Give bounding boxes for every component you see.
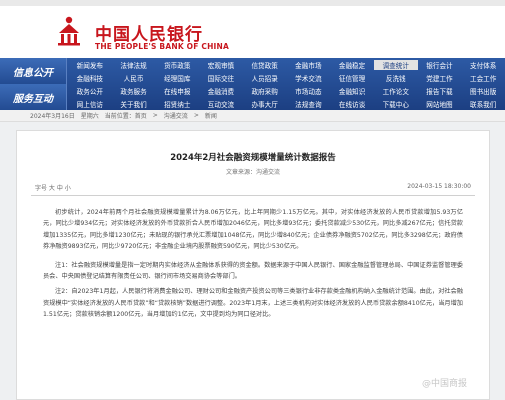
site-title-en: THE PEOPLE'S BANK OF CHINA: [95, 42, 230, 51]
nav-item[interactable]: 市场动态: [287, 86, 331, 96]
nav-row-service: 政务公开 政务服务 在线申报 金融消费 政府采购 市场动态 金融知识 工作论文 报告下载 图书出版…: [68, 84, 505, 110]
main-navigation: 信息公开 新闻发布 法律法规 货币政策 宏观审慎 信贷政策 金融市场 金融稳定 调查统计 银行会…: [0, 58, 505, 110]
nav-label-service: 服务互动: [0, 84, 67, 110]
breadcrumb-weekday: 星期六: [80, 113, 99, 120]
divider: [31, 195, 475, 196]
article-body: 初步统计，2024年前两个月社会融资规模增量累计为8.06万亿元，比上年同期少1…: [43, 207, 463, 325]
nav-item[interactable]: 国际交往: [199, 73, 243, 83]
article-note: 注2：自2023年1月起，人民银行将消费金融公司、理财公司和金融资产投资公司等三…: [43, 288, 463, 319]
nav-item[interactable]: 新闻发布: [68, 60, 112, 70]
site-header: 中国人民银行 THE PEOPLE'S BANK OF CHINA: [0, 6, 505, 58]
nav-item[interactable]: 人民币: [112, 73, 156, 83]
breadcrumb-separator: >: [152, 112, 158, 119]
nav-item[interactable]: 招贤纳士: [155, 99, 199, 109]
nav-item[interactable]: 工作论文: [374, 86, 418, 96]
nav-item[interactable]: 学术交流: [287, 73, 331, 83]
nav-item[interactable]: 经理国库: [155, 73, 199, 83]
nav-item[interactable]: 金融市场: [287, 60, 331, 70]
nav-item[interactable]: 法规查询: [287, 99, 331, 109]
article-meta: 字号 大 中 小 2024-03-15 18:30:00: [35, 181, 471, 193]
article-panel: 2024年2月社会融资规模增量统计数据报告 文章来源：沟通交流 字号 大 中 小…: [16, 130, 490, 400]
nav-item[interactable]: 征信管理: [330, 73, 374, 83]
nav-line: 网上信访 关于我们 招贤纳士 互动交流 办事大厅 法规查询 在线访谈 下载中心 网站地图 联系我们: [68, 97, 505, 110]
nav-item[interactable]: 互动交流: [199, 99, 243, 109]
nav-item[interactable]: 反洗钱: [374, 73, 418, 83]
publish-datetime: 2024-03-15 18:30:00: [407, 183, 471, 190]
nav-item[interactable]: 金融科技: [68, 73, 112, 83]
nav-item[interactable]: 人员招录: [243, 73, 287, 83]
weibo-watermark: @中国商报: [421, 379, 467, 389]
nav-item[interactable]: 金融稳定: [330, 60, 374, 70]
font-size-controls[interactable]: 字号 大 中 小: [35, 183, 71, 192]
breadcrumb-home-link[interactable]: 当前位置：首页: [105, 111, 147, 120]
nav-item[interactable]: 在线访谈: [330, 99, 374, 109]
breadcrumb-date: 2024年3月16日: [30, 113, 75, 120]
nav-item[interactable]: 关于我们: [112, 99, 156, 109]
nav-item[interactable]: 党建工作: [418, 73, 462, 83]
nav-item[interactable]: 政务服务: [112, 86, 156, 96]
breadcrumb: 2024年3月16日 星期六 当前位置：首页 > 沟通交流 > 新闻: [0, 110, 505, 122]
breadcrumb-section-link[interactable]: 沟通交流: [164, 111, 188, 120]
nav-item[interactable]: 调查统计: [373, 59, 418, 70]
nav-item[interactable]: 银行会计: [418, 60, 462, 70]
nav-row-info: 新闻发布 法律法规 货币政策 宏观审慎 信贷政策 金融市场 金融稳定 调查统计 银行会计 支付体系…: [68, 58, 505, 84]
nav-label-info-disclosure: 信息公开: [0, 58, 67, 84]
breadcrumb-separator: >: [193, 112, 199, 119]
nav-item[interactable]: 下载中心: [374, 99, 418, 109]
article-title: 2024年2月社会融资规模增量统计数据报告: [170, 153, 336, 163]
nav-line: 金融科技 人民币 经理国库 国际交往 人员招录 学术交流 征信管理 反洗钱 党建工作 工会工作: [68, 71, 505, 84]
article-note: 注1：社会融资规模增量是指一定时期内实体经济从金融体系获得的资金额。数据来源于中…: [43, 261, 463, 281]
nav-item[interactable]: 工会工作: [461, 73, 505, 83]
nav-item[interactable]: 信贷政策: [243, 60, 287, 70]
nav-item[interactable]: 支付体系: [461, 60, 505, 70]
nav-item[interactable]: 办事大厅: [243, 99, 287, 109]
nav-item[interactable]: 政府采购: [243, 86, 287, 96]
nav-item[interactable]: 宏观审慎: [199, 60, 243, 70]
nav-item[interactable]: 货币政策: [155, 60, 199, 70]
nav-item[interactable]: 联系我们: [461, 99, 505, 109]
nav-item[interactable]: 在线申报: [155, 86, 199, 96]
nav-item[interactable]: 法律法规: [112, 60, 156, 70]
nav-line: 新闻发布 法律法规 货币政策 宏观审慎 信贷政策 金融市场 金融稳定 调查统计 银行会计 支付体系: [68, 58, 505, 71]
nav-item[interactable]: 图书出版: [461, 86, 505, 96]
article-paragraph: 初步统计，2024年前两个月社会融资规模增量累计为8.06万亿元，比上年同期少1…: [43, 209, 463, 251]
nav-item[interactable]: 报告下载: [418, 86, 462, 96]
nav-item[interactable]: 网站地图: [418, 99, 462, 109]
article-source: 文章来源：沟通交流: [225, 169, 280, 176]
nav-item[interactable]: 金融消费: [199, 86, 243, 96]
nav-item[interactable]: 网上信访: [68, 99, 112, 109]
breadcrumb-current[interactable]: 新闻: [205, 111, 217, 120]
pboc-emblem-icon: [58, 16, 80, 46]
nav-line: 政务公开 政务服务 在线申报 金融消费 政府采购 市场动态 金融知识 工作论文 报告下载 图书出版: [68, 84, 505, 97]
nav-item[interactable]: 金融知识: [330, 86, 374, 96]
nav-item[interactable]: 政务公开: [68, 86, 112, 96]
